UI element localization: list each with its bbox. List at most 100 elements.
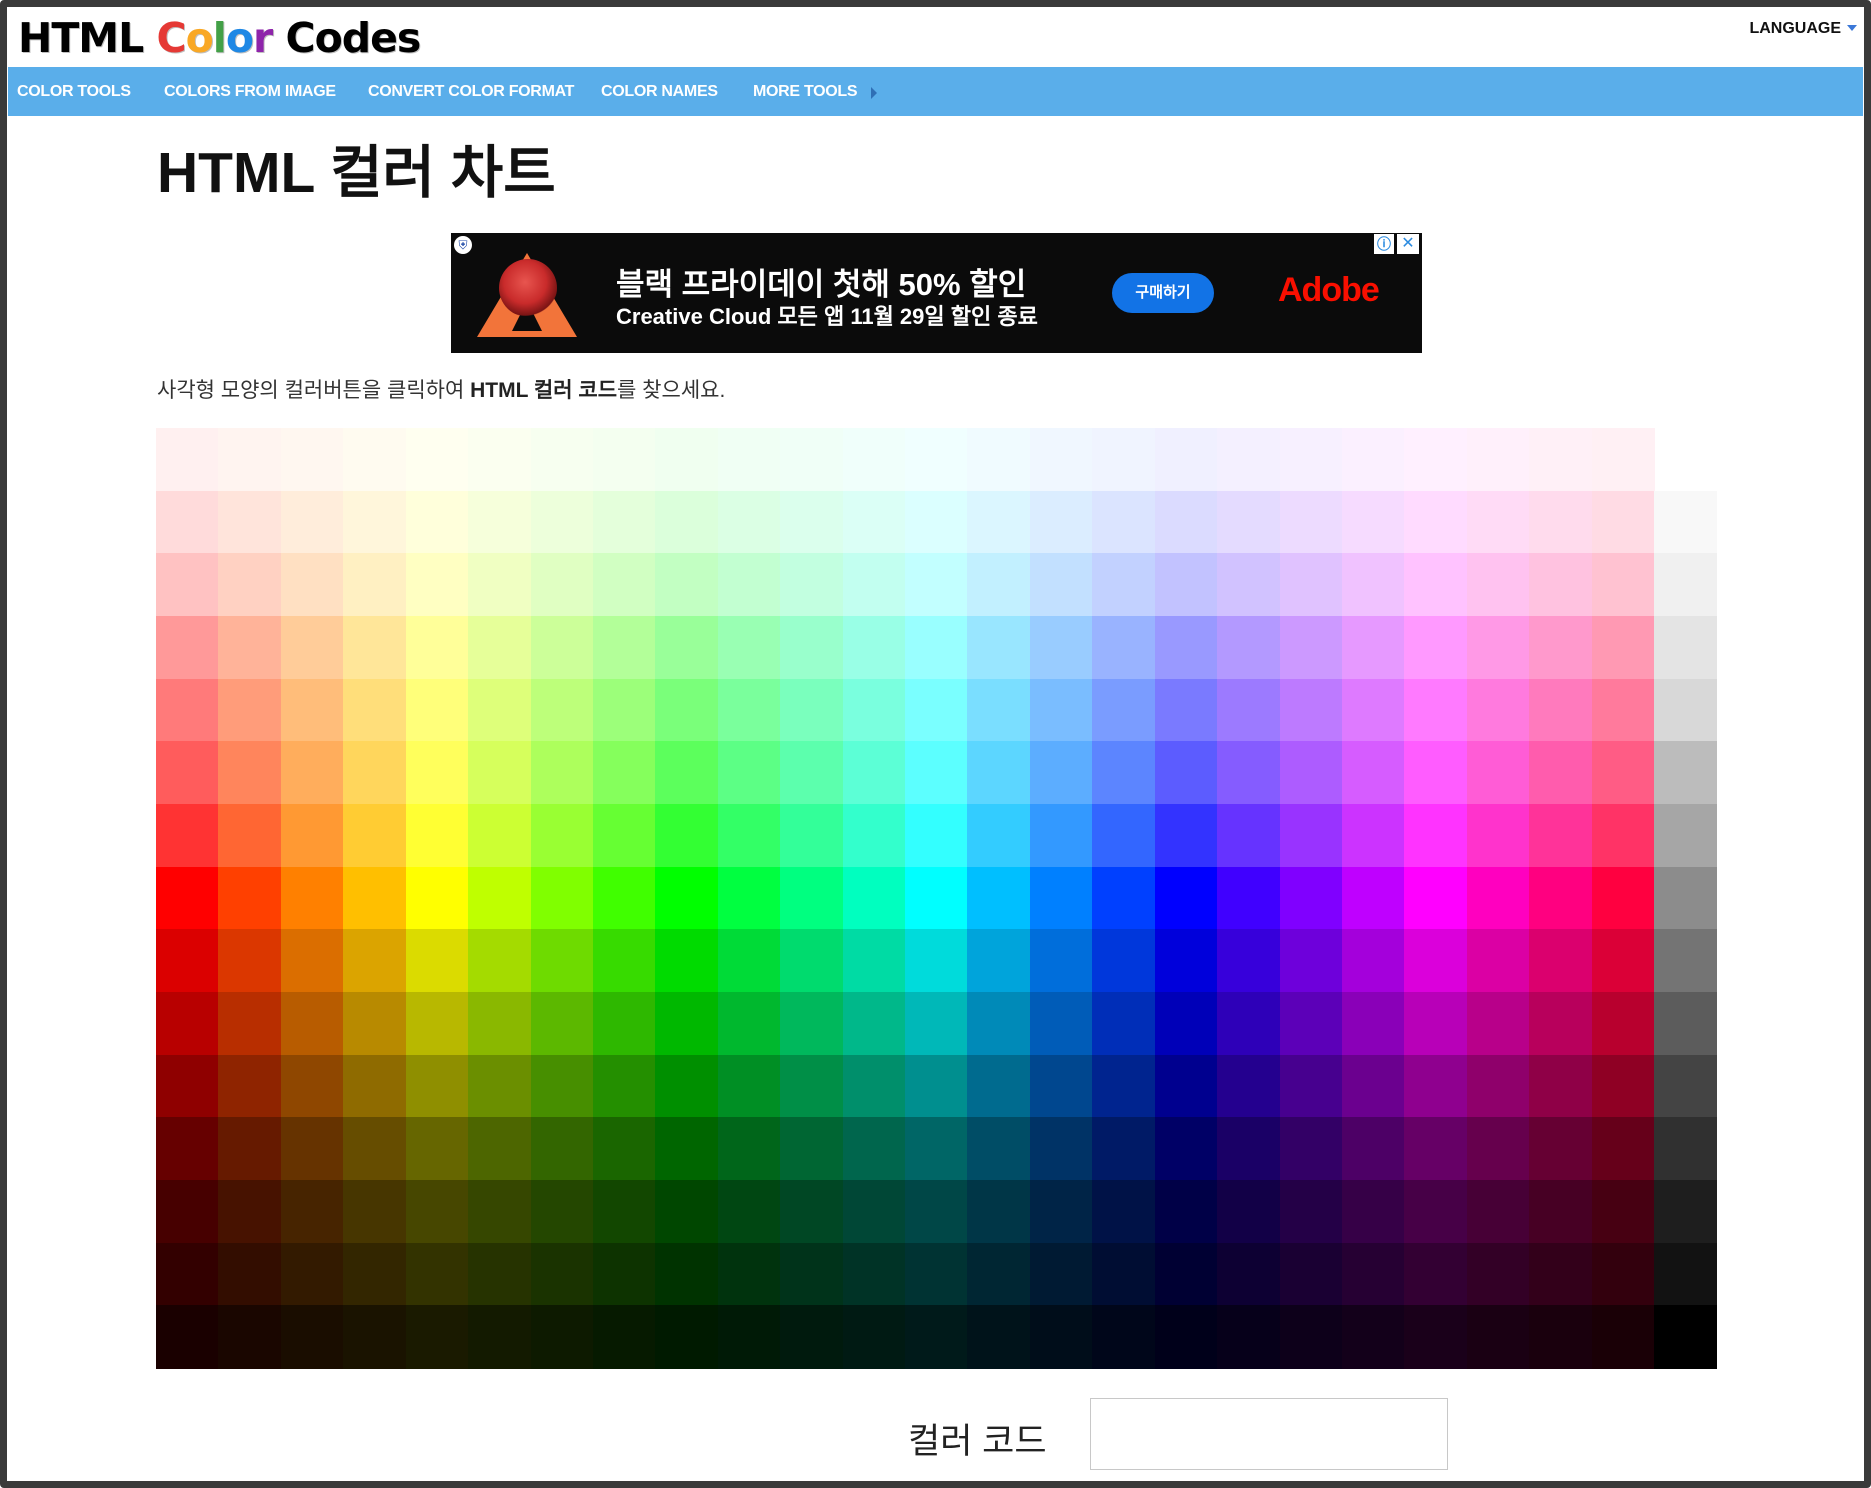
color-swatch[interactable] xyxy=(1591,678,1655,742)
color-swatch[interactable] xyxy=(405,616,469,680)
color-swatch[interactable] xyxy=(842,992,906,1056)
color-swatch[interactable] xyxy=(1466,992,1530,1056)
color-swatch[interactable] xyxy=(1029,741,1093,805)
color-swatch[interactable] xyxy=(280,678,344,742)
close-icon[interactable]: ✕ xyxy=(1397,234,1419,254)
color-swatch[interactable] xyxy=(280,866,344,930)
color-swatch[interactable] xyxy=(655,1180,719,1244)
color-swatch[interactable] xyxy=(530,1242,594,1306)
color-swatch[interactable] xyxy=(717,866,781,930)
color-swatch[interactable] xyxy=(1279,553,1343,617)
color-swatch[interactable] xyxy=(405,866,469,930)
color-swatch[interactable] xyxy=(905,1305,969,1369)
color-swatch[interactable] xyxy=(1341,929,1405,993)
color-swatch[interactable] xyxy=(1029,428,1093,492)
color-swatch[interactable] xyxy=(218,553,282,617)
color-swatch[interactable] xyxy=(343,490,407,554)
color-swatch[interactable] xyxy=(1466,929,1530,993)
color-swatch[interactable] xyxy=(405,929,469,993)
color-swatch[interactable] xyxy=(780,678,844,742)
color-swatch[interactable] xyxy=(280,1180,344,1244)
color-swatch[interactable] xyxy=(717,553,781,617)
color-swatch[interactable] xyxy=(967,1305,1031,1369)
color-swatch[interactable] xyxy=(343,1054,407,1118)
color-swatch[interactable] xyxy=(280,804,344,868)
color-swatch[interactable] xyxy=(1279,866,1343,930)
color-swatch[interactable] xyxy=(280,992,344,1056)
color-swatch[interactable] xyxy=(780,929,844,993)
color-swatch[interactable] xyxy=(156,1180,220,1244)
color-swatch[interactable] xyxy=(1529,1305,1593,1369)
gray-swatch[interactable] xyxy=(1654,1305,1717,1369)
color-swatch[interactable] xyxy=(405,1117,469,1181)
gray-swatch[interactable] xyxy=(1654,1180,1717,1244)
color-swatch[interactable] xyxy=(1591,804,1655,868)
color-swatch[interactable] xyxy=(1217,866,1281,930)
color-swatch[interactable] xyxy=(842,1305,906,1369)
color-swatch[interactable] xyxy=(1092,1242,1156,1306)
color-swatch[interactable] xyxy=(1529,741,1593,805)
color-swatch[interactable] xyxy=(280,428,344,492)
color-swatch[interactable] xyxy=(780,490,844,554)
color-swatch[interactable] xyxy=(218,741,282,805)
color-swatch[interactable] xyxy=(655,992,719,1056)
color-swatch[interactable] xyxy=(967,929,1031,993)
color-swatch[interactable] xyxy=(1404,490,1468,554)
color-swatch[interactable] xyxy=(780,1305,844,1369)
color-swatch[interactable] xyxy=(530,1305,594,1369)
color-swatch[interactable] xyxy=(655,804,719,868)
color-swatch[interactable] xyxy=(405,992,469,1056)
color-swatch[interactable] xyxy=(592,553,656,617)
color-swatch[interactable] xyxy=(1279,1242,1343,1306)
color-swatch[interactable] xyxy=(468,428,532,492)
color-swatch[interactable] xyxy=(592,1180,656,1244)
color-swatch[interactable] xyxy=(1029,992,1093,1056)
gray-swatch[interactable] xyxy=(1654,804,1717,868)
color-swatch[interactable] xyxy=(280,1054,344,1118)
color-swatch[interactable] xyxy=(343,1117,407,1181)
color-swatch[interactable] xyxy=(1466,866,1530,930)
color-swatch[interactable] xyxy=(1154,1117,1218,1181)
color-swatch[interactable] xyxy=(1341,428,1405,492)
color-swatch[interactable] xyxy=(156,428,220,492)
color-swatch[interactable] xyxy=(468,616,532,680)
color-swatch[interactable] xyxy=(1341,1242,1405,1306)
color-swatch[interactable] xyxy=(468,1242,532,1306)
color-swatch[interactable] xyxy=(905,490,969,554)
color-swatch[interactable] xyxy=(842,616,906,680)
color-swatch[interactable] xyxy=(1529,1117,1593,1181)
color-swatch[interactable] xyxy=(717,929,781,993)
color-swatch[interactable] xyxy=(1529,616,1593,680)
color-swatch[interactable] xyxy=(1591,490,1655,554)
color-swatch[interactable] xyxy=(780,992,844,1056)
color-swatch[interactable] xyxy=(1279,490,1343,554)
color-swatch[interactable] xyxy=(468,1180,532,1244)
color-swatch[interactable] xyxy=(1279,741,1343,805)
ad-buy-button[interactable]: 구매하기 xyxy=(1112,273,1214,313)
color-swatch[interactable] xyxy=(1466,428,1530,492)
color-swatch[interactable] xyxy=(1092,553,1156,617)
info-icon[interactable]: ⓘ xyxy=(1374,234,1394,254)
color-swatch[interactable] xyxy=(780,553,844,617)
color-swatch[interactable] xyxy=(780,866,844,930)
color-swatch[interactable] xyxy=(717,1242,781,1306)
color-swatch[interactable] xyxy=(1404,1180,1468,1244)
color-swatch[interactable] xyxy=(1404,804,1468,868)
color-code-input[interactable] xyxy=(1090,1398,1448,1470)
color-swatch[interactable] xyxy=(156,1054,220,1118)
color-swatch[interactable] xyxy=(717,992,781,1056)
nav-convert-color-format[interactable]: CONVERT COLOR FORMAT xyxy=(368,67,574,116)
color-swatch[interactable] xyxy=(468,553,532,617)
color-swatch[interactable] xyxy=(1341,1180,1405,1244)
color-swatch[interactable] xyxy=(1404,992,1468,1056)
color-swatch[interactable] xyxy=(530,428,594,492)
color-swatch[interactable] xyxy=(1154,804,1218,868)
color-swatch[interactable] xyxy=(780,1054,844,1118)
color-swatch[interactable] xyxy=(343,866,407,930)
color-swatch[interactable] xyxy=(967,678,1031,742)
color-swatch[interactable] xyxy=(1092,929,1156,993)
color-swatch[interactable] xyxy=(1466,678,1530,742)
color-swatch[interactable] xyxy=(1529,428,1593,492)
color-swatch[interactable] xyxy=(1279,992,1343,1056)
color-swatch[interactable] xyxy=(1029,1117,1093,1181)
